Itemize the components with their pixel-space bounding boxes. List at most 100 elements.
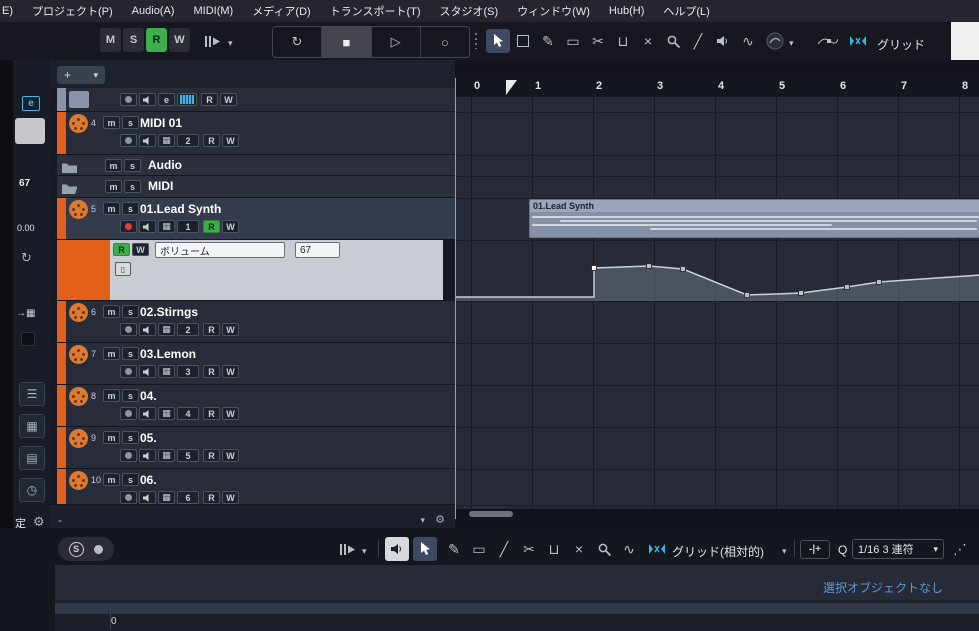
mute-tool[interactable]: × — [636, 29, 660, 53]
track-name[interactable]: 04. — [140, 389, 157, 403]
instrument-icon-button[interactable]: ▦ — [158, 491, 175, 504]
record-enable-button[interactable] — [120, 449, 137, 462]
project-cursor-flag[interactable] — [506, 80, 517, 95]
folder-row-audio[interactable]: m s Audio — [50, 155, 455, 176]
horizontal-scrollbar[interactable] — [456, 509, 979, 519]
read-button[interactable]: R — [203, 220, 220, 233]
instrument-icon-button[interactable]: ▦ — [158, 220, 175, 233]
instrument-icon-button[interactable]: ▦ — [158, 407, 175, 420]
write-button[interactable]: W — [222, 134, 239, 147]
track-solo-button[interactable]: s — [122, 431, 139, 444]
menu-item-midi[interactable]: MIDI(M) — [193, 5, 233, 17]
add-track-button[interactable]: + ▾ — [57, 66, 105, 84]
track-solo-button[interactable]: s — [122, 305, 139, 318]
track-name[interactable]: 06. — [140, 473, 157, 487]
record-enable-button[interactable] — [120, 491, 137, 504]
track-solo-button[interactable]: s — [122, 347, 139, 360]
keyboard-icon-button[interactable] — [177, 93, 197, 106]
global-write-button[interactable]: W — [169, 28, 190, 52]
automation-parameter-dropdown[interactable]: ボリューム — [155, 242, 285, 258]
read-button[interactable]: R — [203, 134, 220, 147]
grid-mode-dropdown[interactable]: グリッド(相対的) — [672, 543, 764, 560]
read-button[interactable]: R — [203, 365, 220, 378]
track-solo-button[interactable]: s — [122, 202, 139, 215]
autoscroll-icon[interactable] — [200, 29, 224, 53]
track-mute-button[interactable]: m — [103, 431, 120, 444]
monitor-button[interactable] — [139, 491, 156, 504]
zoom-tool[interactable] — [661, 29, 685, 53]
folder-name[interactable]: MIDI — [148, 179, 173, 193]
refresh-icon[interactable]: ↻ — [21, 250, 32, 266]
grid-type-label[interactable]: グリッド — [877, 36, 925, 53]
automation-point[interactable] — [844, 284, 850, 290]
track-row-05[interactable]: 9 m s 05. ▦ 5 R W — [50, 427, 455, 469]
track-mute-button[interactable]: m — [105, 180, 122, 193]
track-row-partial[interactable]: e R W — [50, 88, 455, 112]
track-name[interactable]: MIDI 01 — [140, 116, 182, 130]
write-button[interactable]: W — [222, 220, 239, 233]
write-button[interactable]: W — [222, 365, 239, 378]
channel-box[interactable]: 6 — [177, 491, 199, 504]
fader-handle[interactable] — [15, 118, 45, 144]
editor-solo-button[interactable]: S — [68, 541, 84, 557]
write-button[interactable]: W — [222, 323, 239, 336]
curve-tool[interactable]: ∿ — [736, 29, 760, 53]
menu-item-cut[interactable]: E) — [2, 5, 13, 17]
gear-icon[interactable]: ⚙ — [435, 513, 445, 526]
monitor-button[interactable] — [139, 220, 156, 233]
autoscroll-dropdown[interactable]: ▾ — [362, 546, 367, 557]
glue-tool[interactable]: ⊔ — [611, 29, 635, 53]
automation-lane-body[interactable]: R W ボリューム 67 ▯ — [110, 240, 443, 300]
erase-tool[interactable]: ▭ — [467, 537, 491, 561]
write-button[interactable]: W — [222, 449, 239, 462]
automation-write-button[interactable]: W — [132, 243, 149, 256]
record-enable-button[interactable] — [120, 407, 137, 420]
track-row-midi01[interactable]: 4 m s MIDI 01 ▦ 2 R W — [50, 112, 455, 155]
record-button[interactable]: ○ — [421, 27, 469, 57]
color-tool-dropdown[interactable]: ▾ — [789, 38, 794, 49]
read-button[interactable]: R — [203, 323, 220, 336]
autoscroll-dropdown[interactable]: ▾ — [228, 38, 233, 49]
track-mute-button[interactable]: m — [103, 389, 120, 402]
write-button[interactable]: W — [222, 491, 239, 504]
folder-row-midi[interactable]: m s MIDI — [50, 176, 455, 198]
instrument-icon-button[interactable]: ▦ — [158, 449, 175, 462]
folder-name[interactable]: Audio — [148, 158, 182, 172]
autoscroll-icon[interactable] — [335, 537, 359, 561]
clock-section-icon[interactable]: ◷ — [19, 478, 45, 502]
draw-tool[interactable]: ✎ — [536, 29, 560, 53]
input-routing-icon[interactable]: →▦ — [16, 308, 35, 319]
event-display[interactable]: 01.Lead Synth — [456, 97, 979, 509]
automation-point[interactable] — [591, 265, 597, 271]
record-enable-button[interactable] — [120, 323, 137, 336]
quantize-preset-dropdown[interactable]: 1/16 3 連符 ▾ — [852, 539, 944, 559]
track-row-lemon[interactable]: 7 m s 03.Lemon ▦ 3 R W — [50, 343, 455, 385]
trim-tool[interactable]: ╱ — [492, 537, 516, 561]
channel-box[interactable]: 1 — [177, 220, 199, 233]
timeline-ruler[interactable]: 0 1 2 3 4 5 6 7 8 — [456, 78, 979, 98]
read-button[interactable]: R — [201, 93, 218, 106]
cycle-button[interactable]: ↻ — [273, 27, 323, 57]
channel-box[interactable]: 3 — [177, 365, 199, 378]
automation-point[interactable] — [744, 292, 750, 298]
track-row-lead-synth[interactable]: 5 m s 01.Lead Synth ▦ 1 R W — [50, 198, 455, 240]
record-enable-button[interactable] — [120, 220, 137, 233]
line-tool[interactable]: ╱ — [686, 29, 710, 53]
automation-point[interactable] — [680, 266, 686, 272]
track-mute-button[interactable]: m — [103, 473, 120, 486]
track-solo-button[interactable]: s — [122, 473, 139, 486]
monitor-button[interactable] — [139, 407, 156, 420]
quantize-toggle[interactable]: Q — [838, 543, 847, 557]
instrument-icon-button[interactable]: ▦ — [158, 134, 175, 147]
instrument-icon-button[interactable]: ▦ — [158, 323, 175, 336]
automation-mute-button[interactable]: ▯ — [115, 262, 131, 276]
stop-button[interactable]: ■ — [322, 27, 372, 57]
audition-tool[interactable] — [711, 29, 735, 53]
menu-item-project[interactable]: プロジェクト(P) — [32, 3, 113, 19]
channel-box[interactable]: 2 — [177, 134, 199, 147]
edit-channel-button[interactable]: e — [22, 96, 40, 111]
zoom-tool[interactable] — [592, 537, 616, 561]
monitor-button[interactable] — [139, 323, 156, 336]
automation-point[interactable] — [798, 290, 804, 296]
write-button[interactable]: W — [222, 407, 239, 420]
